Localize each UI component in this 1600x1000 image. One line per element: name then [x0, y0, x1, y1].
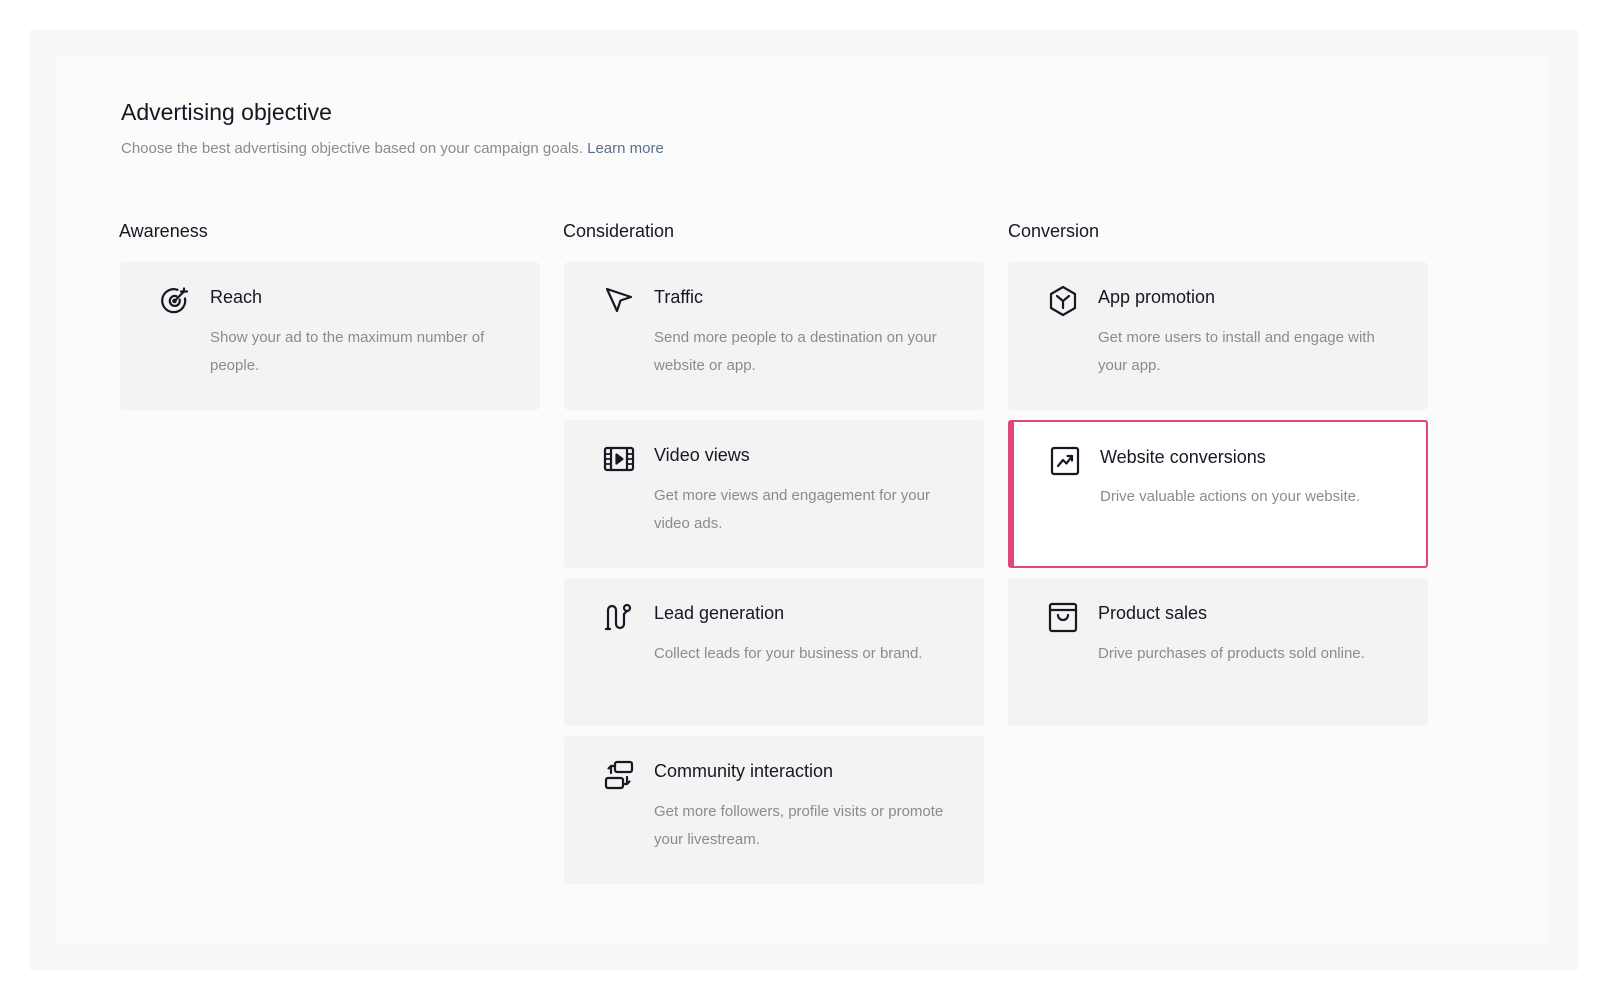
app-cube-icon: [1046, 284, 1080, 318]
reach-target-icon: [158, 284, 192, 318]
objective-card-website-conversions[interactable]: Website conversions Drive valuable actio…: [1008, 420, 1428, 568]
cursor-pointer-icon: [602, 284, 636, 318]
card-description: Show your ad to the maximum number of pe…: [210, 329, 485, 374]
card-title: Reach: [210, 287, 263, 307]
card-description: Get more followers, profile visits or pr…: [654, 803, 944, 848]
objective-card-reach[interactable]: Reach Show your ad to the maximum number…: [120, 262, 540, 410]
subtitle-text: Choose the best advertising objective ba…: [121, 140, 583, 157]
column-heading-conversion: Conversion: [1008, 221, 1100, 241]
objective-card-app-promotion[interactable]: App promotion Get more users to install …: [1008, 262, 1428, 410]
card-title: Traffic: [654, 287, 704, 307]
objective-card-lead-generation[interactable]: Lead generation Collect leads for your b…: [564, 578, 984, 726]
card-title: Product sales: [1098, 603, 1208, 623]
film-play-icon: [602, 442, 636, 476]
objective-card-video-views[interactable]: Video views Get more views and engagemen…: [564, 420, 984, 568]
card-description: Send more people to a destination on you…: [654, 329, 937, 374]
objective-card-community-interaction[interactable]: Community interaction Get more followers…: [564, 736, 984, 884]
page-title: Advertising objective: [121, 99, 332, 125]
card-description: Get more users to install and engage wit…: [1098, 329, 1375, 374]
card-title: Lead generation: [654, 603, 785, 623]
learn-more-link[interactable]: Learn more: [587, 140, 664, 157]
page-subtitle: Choose the best advertising objective ba…: [121, 140, 664, 157]
chat-exchange-icon: [602, 758, 636, 792]
shopping-bag-icon: [1046, 600, 1080, 634]
card-title: Website conversions: [1100, 447, 1266, 467]
card-description: Collect leads for your business or brand…: [654, 645, 923, 662]
column-heading-awareness: Awareness: [119, 221, 208, 241]
objective-card-product-sales[interactable]: Product sales Drive purchases of product…: [1008, 578, 1428, 726]
card-title: Community interaction: [654, 761, 834, 781]
lead-funnel-icon: [602, 600, 636, 634]
trend-chart-icon: [1048, 444, 1082, 478]
card-title: App promotion: [1098, 287, 1216, 307]
card-description: Get more views and engagement for your v…: [654, 487, 930, 532]
card-description: Drive valuable actions on your website.: [1100, 488, 1361, 505]
column-heading-consideration: Consideration: [563, 221, 675, 241]
objective-card-traffic[interactable]: Traffic Send more people to a destinatio…: [564, 262, 984, 410]
card-description: Drive purchases of products sold online.: [1098, 645, 1365, 662]
card-title: Video views: [654, 445, 750, 465]
